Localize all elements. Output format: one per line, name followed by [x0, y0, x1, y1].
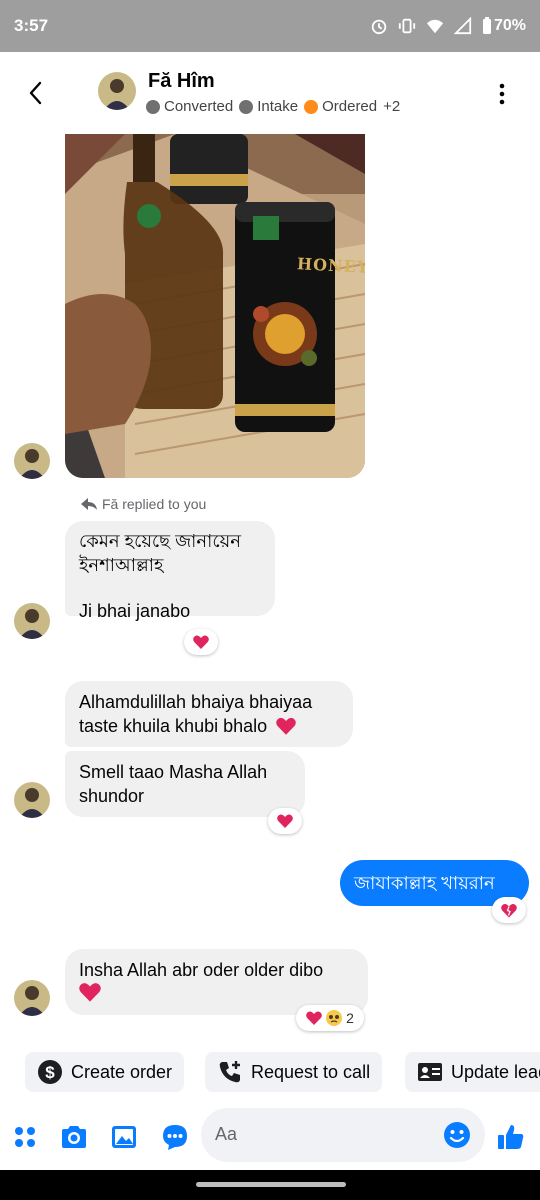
broken-heart-icon	[501, 903, 517, 917]
label-ordered: Ordered	[304, 98, 377, 115]
more-options-icon[interactable]	[494, 82, 510, 106]
jar-label-honey: HONEY	[296, 254, 365, 277]
message-reaction[interactable]	[184, 629, 218, 655]
signal-icon	[453, 17, 472, 35]
label-converted: Converted	[146, 98, 233, 115]
dollar-icon: $	[38, 1060, 62, 1084]
gallery-icon[interactable]	[109, 1122, 139, 1152]
label-intake: Intake	[239, 98, 298, 115]
heart-emoji-icon	[79, 983, 101, 1002]
incoming-message[interactable]: Alhamdulillah bhaiya bhaiyaa taste khuil…	[65, 681, 353, 747]
contact-labels[interactable]: Converted Intake Ordered +2	[146, 98, 400, 115]
request-to-call-button[interactable]: Request to call	[205, 1052, 383, 1092]
contact-name[interactable]: Fă Hîm	[148, 70, 215, 93]
battery-icon	[482, 17, 491, 34]
quick-actions-bar: $ Create order Request to call Update le…	[0, 1050, 540, 1096]
message-text: Insha Allah abr oder older dibo	[79, 960, 324, 980]
heart-icon	[193, 635, 209, 649]
heart-emoji-icon	[276, 717, 296, 735]
sender-avatar[interactable]	[14, 603, 50, 639]
message-text: কেমন হয়েছে জানায়েন	[79, 531, 241, 551]
reaction-count: 2	[346, 1010, 354, 1026]
wifi-icon	[426, 19, 444, 34]
heart-icon	[277, 814, 293, 828]
reply-arrow-icon	[81, 498, 97, 510]
phone-add-icon	[219, 1061, 240, 1083]
message-reactions[interactable]: 2	[296, 1005, 364, 1031]
message-text: Smell taao Masha Allah shundor	[79, 762, 268, 806]
message-text: জাযাকাল্লাহ খায়রান	[354, 873, 495, 893]
system-navigation-bar	[0, 1170, 540, 1200]
message-list[interactable]: HONEY Fă replied to you কেমন হয়েছে জানা…	[0, 134, 540, 1044]
sender-avatar[interactable]	[14, 782, 50, 818]
chat-bubble-icon[interactable]	[160, 1122, 190, 1152]
status-time: 3:57	[14, 16, 49, 35]
reply-indicator: Fă replied to you	[80, 496, 206, 512]
status-bar: 3:57 70%	[0, 0, 540, 52]
message-text: ইনশাআল্লাহ	[79, 555, 164, 575]
update-lead-button[interactable]: Update lead	[405, 1052, 540, 1092]
pleading-face-icon	[326, 1010, 343, 1026]
incoming-message[interactable]: Smell taao Masha Allah shundor	[65, 751, 305, 817]
contact-avatar[interactable]	[98, 72, 136, 110]
photo-message[interactable]: HONEY	[65, 134, 365, 478]
apps-grid-icon[interactable]	[11, 1122, 41, 1152]
contact-card-icon	[418, 1063, 442, 1081]
more-labels-count: +2	[383, 98, 401, 115]
sender-avatar[interactable]	[14, 443, 50, 479]
sender-avatar[interactable]	[14, 980, 50, 1016]
message-reaction[interactable]	[492, 897, 526, 923]
message-input-placeholder: Aa	[215, 1124, 238, 1144]
vibrate-icon	[398, 18, 416, 34]
like-icon[interactable]	[496, 1122, 526, 1152]
conversation-header: Fă Hîm Converted Intake Ordered +2	[0, 52, 540, 134]
emoji-icon[interactable]	[443, 1121, 471, 1149]
message-input[interactable]: Aa	[201, 1108, 485, 1162]
battery-level: 70%	[493, 17, 526, 34]
create-order-button[interactable]: $ Create order	[25, 1052, 185, 1092]
alarm-icon	[371, 19, 387, 35]
message-composer: Aa	[0, 1104, 540, 1170]
home-indicator[interactable]	[196, 1182, 346, 1187]
message-reaction[interactable]	[268, 808, 302, 834]
svg-text:$: $	[45, 1063, 55, 1082]
message-text: Ji bhai janabo	[79, 601, 191, 621]
back-arrow-icon[interactable]	[24, 78, 48, 108]
camera-icon[interactable]	[59, 1122, 89, 1152]
incoming-message[interactable]: কেমন হয়েছে জানায়েন ইনশাআল্লাহ Ji bhai …	[65, 521, 275, 621]
heart-icon	[306, 1011, 322, 1025]
